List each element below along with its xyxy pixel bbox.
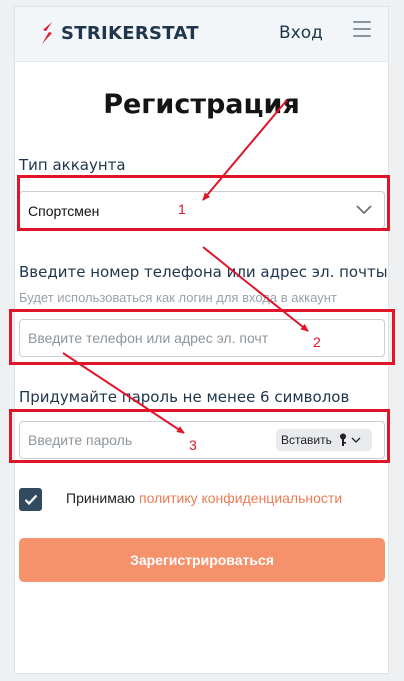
consent-prefix: Принимаю	[66, 490, 136, 506]
hamburger-menu-icon[interactable]	[353, 21, 371, 39]
logo-icon	[42, 22, 52, 44]
registration-card: STRIKERSTAT Вход Регистрация Тип аккаунт…	[14, 6, 389, 674]
login-field-label: Введите номер телефона или адрес эл. поч…	[19, 263, 388, 281]
login-field-hint: Будет использоваться как логин для входа…	[19, 290, 337, 305]
annotation-marker-2: 2	[313, 334, 321, 350]
account-type-value: Спортсмен	[28, 203, 100, 219]
account-type-select[interactable]: Спортсмен	[19, 191, 385, 229]
chevron-down-icon	[351, 437, 361, 443]
password-input[interactable]	[28, 422, 268, 458]
privacy-checkbox[interactable]	[19, 488, 42, 511]
key-icon	[339, 433, 346, 446]
annotation-marker-3: 3	[189, 437, 197, 453]
password-field-label: Придумайте пароль не менее 6 символов	[19, 388, 350, 406]
login-field[interactable]	[19, 319, 385, 357]
paste-password-button[interactable]: Вставить	[276, 429, 372, 451]
privacy-policy-link[interactable]: политику конфиденциальности	[139, 490, 342, 506]
login-link[interactable]: Вход	[279, 23, 323, 43]
paste-button-label: Вставить	[281, 433, 332, 447]
brand-name: STRIKERSTAT	[61, 22, 199, 44]
login-input[interactable]	[28, 320, 268, 356]
top-header: STRIKERSTAT Вход	[15, 7, 388, 62]
page-title: Регистрация	[103, 89, 300, 120]
checkmark-icon	[24, 494, 37, 505]
register-button[interactable]: Зарегистрироваться	[19, 538, 385, 582]
brand-logo[interactable]: STRIKERSTAT	[39, 21, 199, 45]
chevron-down-icon	[356, 205, 372, 215]
password-field[interactable]: Вставить	[19, 421, 385, 459]
consent-text: Принимаю политику конфиденциальности	[66, 490, 342, 506]
annotation-marker-1: 1	[178, 201, 186, 217]
account-type-label: Тип аккаунта	[19, 156, 126, 174]
